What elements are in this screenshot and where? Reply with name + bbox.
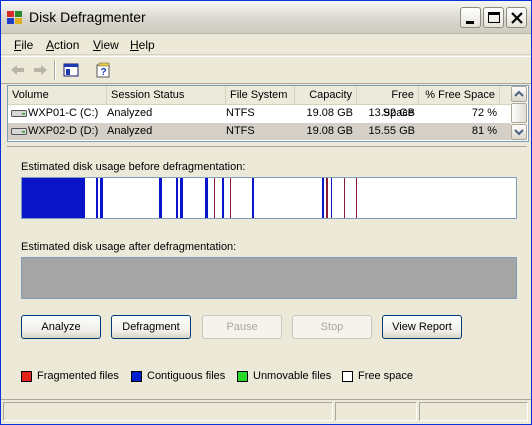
chevron-up-icon (514, 90, 524, 97)
disk-usage-before-map (22, 178, 357, 218)
view-report-button[interactable]: View Report (382, 315, 462, 339)
pct-free-space: 72 % (471, 107, 497, 119)
legend-swatch-contiguous (131, 371, 142, 382)
after-label: Estimated disk usage after defragmentati… (21, 241, 237, 253)
table-row-selected[interactable]: WXP02-D (D:) Analyzed NTFS 19.08 GB 15.5… (8, 123, 511, 140)
status-pane-3 (419, 402, 528, 421)
list-header: Volume Session Status File System Capaci… (8, 86, 511, 119)
free-space: 13.92 GB (368, 107, 415, 119)
legend-swatch-fragmented (21, 371, 32, 382)
free-space: 15.55 GB (368, 125, 415, 137)
menu-view[interactable]: View (93, 38, 119, 52)
session-status: Analyzed (107, 125, 153, 137)
defragmenter-app-icon (7, 11, 22, 24)
scroll-down-button[interactable] (511, 124, 527, 140)
minimize-icon (466, 21, 474, 24)
back-arrow-icon[interactable] (8, 60, 28, 80)
table-row[interactable]: WXP01-C (C:) Analyzed NTFS 19.08 GB 13.9… (8, 105, 511, 122)
pause-button[interactable]: Pause (202, 315, 282, 339)
status-bar (1, 399, 531, 425)
legend-swatch-free-space (342, 371, 353, 382)
title-bar[interactable]: Disk Defragmenter (1, 1, 531, 34)
volume-name: WXP01-C (C:) (28, 107, 99, 119)
column-header-volume[interactable]: Volume (8, 86, 107, 104)
capacity: 19.08 GB (306, 107, 353, 119)
column-header-free-space[interactable]: Free Space (357, 86, 419, 119)
before-label: Estimated disk usage before defragmentat… (21, 161, 246, 173)
capacity: 19.08 GB (306, 125, 353, 137)
maximize-icon (488, 12, 500, 23)
show-hide-console-tree-icon[interactable] (61, 60, 81, 80)
file-system: NTFS (226, 125, 255, 137)
column-header-session-status[interactable]: Session Status (107, 86, 226, 104)
forward-arrow-icon[interactable] (30, 60, 50, 80)
column-header-file-system[interactable]: File System (226, 86, 295, 104)
disk-usage-before-bar (21, 177, 517, 219)
toolbar-separator (54, 60, 56, 80)
help-icon[interactable]: ? (93, 60, 113, 80)
maximize-button[interactable] (483, 7, 504, 28)
scroll-thumb[interactable] (511, 103, 527, 123)
stop-button[interactable]: Stop (292, 315, 372, 339)
menu-help[interactable]: Help (130, 38, 155, 52)
volume-name: WXP02-D (D:) (28, 125, 99, 137)
pct-free-space: 81 % (471, 125, 497, 137)
close-button[interactable] (506, 7, 527, 28)
status-pane-2 (335, 402, 417, 421)
window-title: Disk Defragmenter (29, 9, 146, 25)
chevron-down-icon (514, 129, 524, 136)
minimize-button[interactable] (460, 7, 481, 28)
column-header-capacity[interactable]: Capacity (295, 86, 357, 104)
hard-drive-icon (11, 128, 27, 135)
disk-defragmenter-window: Disk Defragmenter File Action View Help (0, 0, 532, 425)
hard-drive-icon (11, 110, 27, 117)
file-system: NTFS (226, 107, 255, 119)
column-header-pct-free-space[interactable]: % Free Space (419, 86, 500, 104)
menu-action[interactable]: Action (46, 38, 79, 52)
vertical-scrollbar[interactable] (511, 86, 527, 141)
status-pane-main (3, 402, 333, 421)
analyze-button[interactable]: Analyze (21, 315, 101, 339)
svg-text:?: ? (101, 67, 107, 78)
session-status: Analyzed (107, 107, 153, 119)
menu-bar: File Action View Help (1, 34, 531, 55)
analysis-panel: Estimated disk usage before defragmentat… (7, 146, 527, 399)
toolbar: ? (1, 56, 531, 84)
scroll-up-button[interactable] (511, 86, 527, 102)
close-icon (511, 12, 523, 24)
defragment-button[interactable]: Defragment (111, 315, 191, 339)
disk-usage-after-bar (21, 257, 517, 299)
volume-list[interactable]: Volume Session Status File System Capaci… (7, 85, 529, 142)
legend-swatch-unmovable (237, 371, 248, 382)
menu-file[interactable]: File (14, 38, 33, 52)
